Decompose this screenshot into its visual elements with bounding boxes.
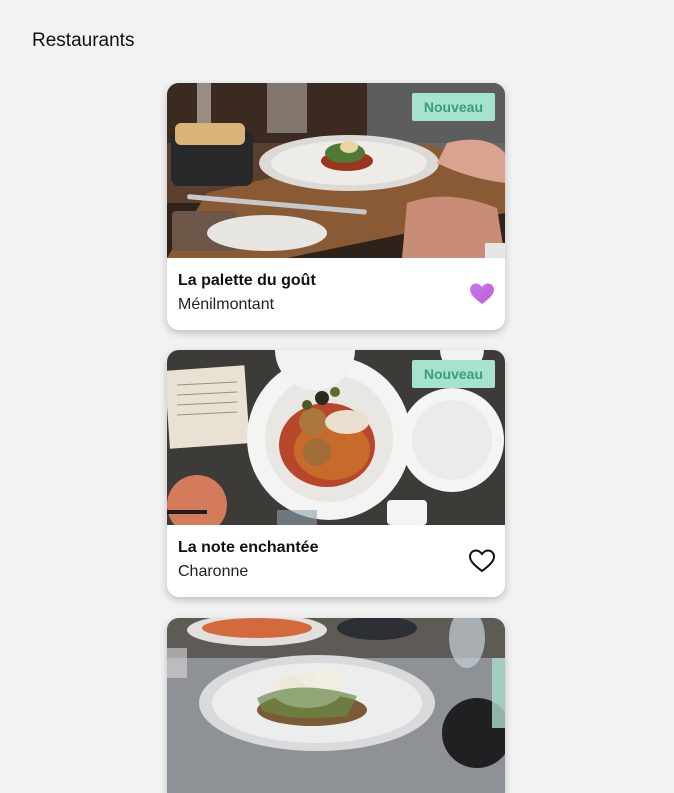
card-info: La palette du goût Ménilmontant [167,258,505,330]
restaurant-district: Ménilmontant [178,296,275,313]
restaurant-name: La palette du goût [178,272,316,289]
new-badge: Nouveau [411,93,495,121]
restaurant-card-3[interactable] [167,618,505,793]
restaurant-photo: Nouveau [167,350,505,525]
card-info: La note enchantée Charonne [167,525,505,597]
page-title: Restaurants [32,30,135,51]
restaurant-photo: Nouveau [167,83,505,258]
restaurant-photo [167,618,505,793]
heart-icon[interactable] [468,549,496,573]
restaurant-district: Charonne [178,563,249,580]
restaurant-card-2[interactable]: Nouveau La note enchantée Charonne [167,350,505,597]
restaurant-name: La note enchantée [178,539,319,556]
new-badge: Nouveau [411,360,495,388]
heart-icon[interactable] [469,282,495,306]
restaurant-card-1[interactable]: Nouveau La palette du goût Ménilmontant [167,83,505,330]
